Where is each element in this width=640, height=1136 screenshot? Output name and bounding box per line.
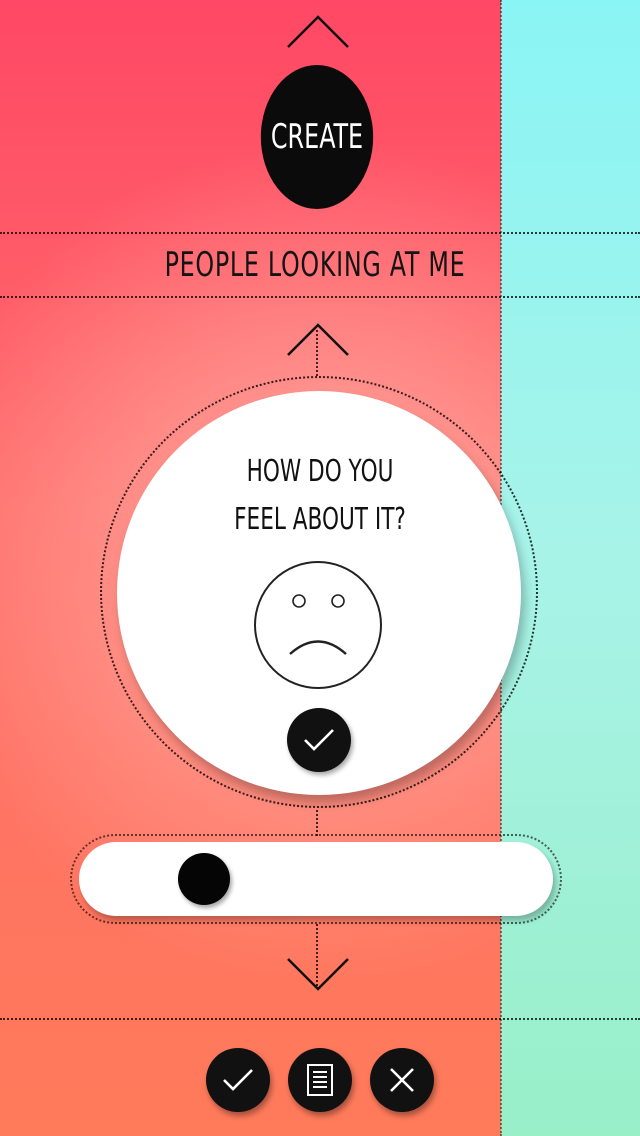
close-button[interactable] bbox=[370, 1048, 434, 1112]
connector-line bbox=[316, 810, 318, 836]
app-screen: CREATE PEOPLE LOOKING AT ME HOW DO YOU F… bbox=[0, 0, 640, 1136]
divider-line bbox=[0, 296, 640, 298]
section-title: PEOPLE LOOKING AT ME bbox=[164, 245, 466, 285]
chevron-down-icon[interactable] bbox=[286, 956, 350, 994]
accept-button[interactable] bbox=[206, 1048, 270, 1112]
connector-line bbox=[316, 330, 318, 376]
document-button[interactable] bbox=[288, 1048, 352, 1112]
divider-line bbox=[0, 232, 640, 234]
confirm-mood-button[interactable] bbox=[287, 708, 351, 772]
chevron-up-icon[interactable] bbox=[286, 14, 350, 50]
checkmark-icon bbox=[223, 1069, 253, 1091]
sad-face-icon[interactable] bbox=[252, 559, 384, 691]
create-button-label: CREATE bbox=[270, 117, 364, 157]
mood-question: HOW DO YOU FEEL ABOUT IT? bbox=[219, 448, 421, 544]
mood-slider-track[interactable] bbox=[79, 842, 553, 916]
create-button[interactable]: CREATE bbox=[260, 65, 374, 209]
question-line: FEEL ABOUT IT? bbox=[234, 502, 406, 537]
question-line: HOW DO YOU bbox=[246, 454, 394, 489]
checkmark-icon bbox=[304, 729, 334, 751]
divider-line bbox=[0, 1018, 640, 1020]
close-icon bbox=[390, 1068, 414, 1092]
chevron-up-icon[interactable] bbox=[286, 322, 350, 358]
mood-slider-thumb[interactable] bbox=[178, 853, 230, 905]
document-icon bbox=[307, 1064, 333, 1096]
